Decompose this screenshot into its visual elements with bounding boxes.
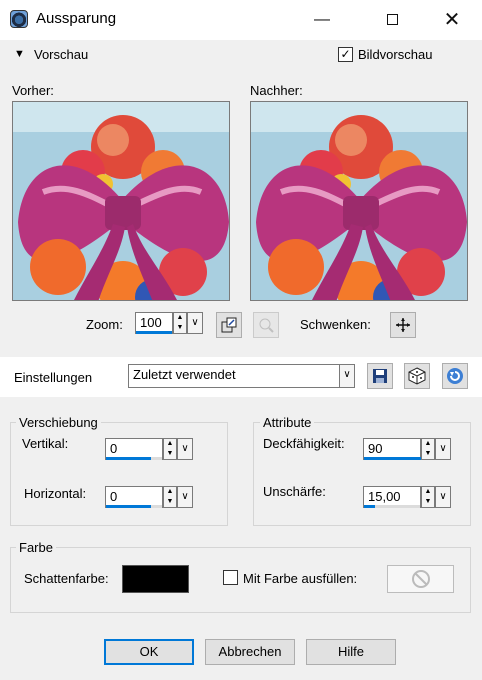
window-title: Aussparung <box>36 10 117 27</box>
randomize-dice-icon[interactable] <box>404 363 430 389</box>
before-preview-image[interactable] <box>12 101 230 301</box>
vertical-dropdown-arrow[interactable]: ∨ <box>177 438 193 460</box>
opacity-spinner[interactable]: ▲ ▼ <box>421 438 435 460</box>
fit-zoom-icon[interactable] <box>216 312 242 338</box>
zoom-label: Zoom: <box>86 317 123 332</box>
blur-dropdown-arrow[interactable]: ∨ <box>435 486 451 508</box>
vertical-label: Vertikal: <box>22 436 69 451</box>
reset-icon[interactable] <box>442 363 468 389</box>
zoom-progress <box>136 331 172 334</box>
before-label: Vorher: <box>12 83 54 98</box>
close-icon[interactable]: ✕ <box>432 6 472 34</box>
settings-label: Einstellungen <box>14 370 93 385</box>
fill-color-checkbox[interactable] <box>223 570 238 585</box>
settings-select[interactable]: Zuletzt verwendet <box>128 364 340 388</box>
save-icon[interactable] <box>367 363 393 389</box>
zoom-dropdown-arrow[interactable]: ∨ <box>187 312 203 334</box>
opacity-label: Deckfähigkeit: <box>263 436 345 451</box>
offset-group-title: Verschiebung <box>16 415 101 430</box>
horizontal-slider[interactable] <box>106 505 162 508</box>
settings-dropdown-arrow[interactable]: ∨ <box>339 364 355 388</box>
preview-toggle-label[interactable]: Vorschau <box>34 47 88 62</box>
bildvorschau-label: Bildvorschau <box>358 47 433 62</box>
color-group-title: Farbe <box>16 540 56 555</box>
pan-label: Schwenken: <box>300 317 371 332</box>
vertical-spinner[interactable]: ▲ ▼ <box>163 438 177 460</box>
attributes-group-title: Attribute <box>260 415 315 430</box>
blur-spinner[interactable]: ▲ ▼ <box>421 486 435 508</box>
pan-move-icon[interactable] <box>390 312 416 338</box>
fill-color-swatch-disabled[interactable] <box>387 565 454 593</box>
after-preview-image[interactable] <box>250 101 468 301</box>
opacity-dropdown-arrow[interactable]: ∨ <box>435 438 451 460</box>
cancel-button[interactable]: Abbrechen <box>205 639 295 665</box>
horizontal-dropdown-arrow[interactable]: ∨ <box>177 486 193 508</box>
blur-slider[interactable] <box>364 505 420 508</box>
zoom-disabled-icon[interactable] <box>253 312 279 338</box>
shadow-color-swatch[interactable] <box>122 565 189 593</box>
app-icon <box>10 10 28 28</box>
after-label: Nachher: <box>250 83 303 98</box>
vertical-slider[interactable] <box>106 457 162 460</box>
horizontal-spinner[interactable]: ▲ ▼ <box>163 486 177 508</box>
shadow-color-label: Schattenfarbe: <box>24 571 109 586</box>
zoom-spinner[interactable]: ▲ ▼ <box>173 312 187 334</box>
no-color-icon <box>411 570 430 588</box>
horizontal-label: Horizontal: <box>24 486 87 501</box>
help-button[interactable]: Hilfe <box>306 639 396 665</box>
minimize-icon[interactable]: — <box>302 6 342 34</box>
bildvorschau-checkbox[interactable]: ✓ <box>338 47 353 62</box>
fill-color-label: Mit Farbe ausfüllen: <box>243 571 358 586</box>
ok-button[interactable]: OK <box>104 639 194 665</box>
blur-label: Unschärfe: <box>263 484 326 499</box>
collapse-triangle-icon[interactable]: ▼ <box>14 48 25 60</box>
maximize-icon[interactable] <box>372 6 412 34</box>
